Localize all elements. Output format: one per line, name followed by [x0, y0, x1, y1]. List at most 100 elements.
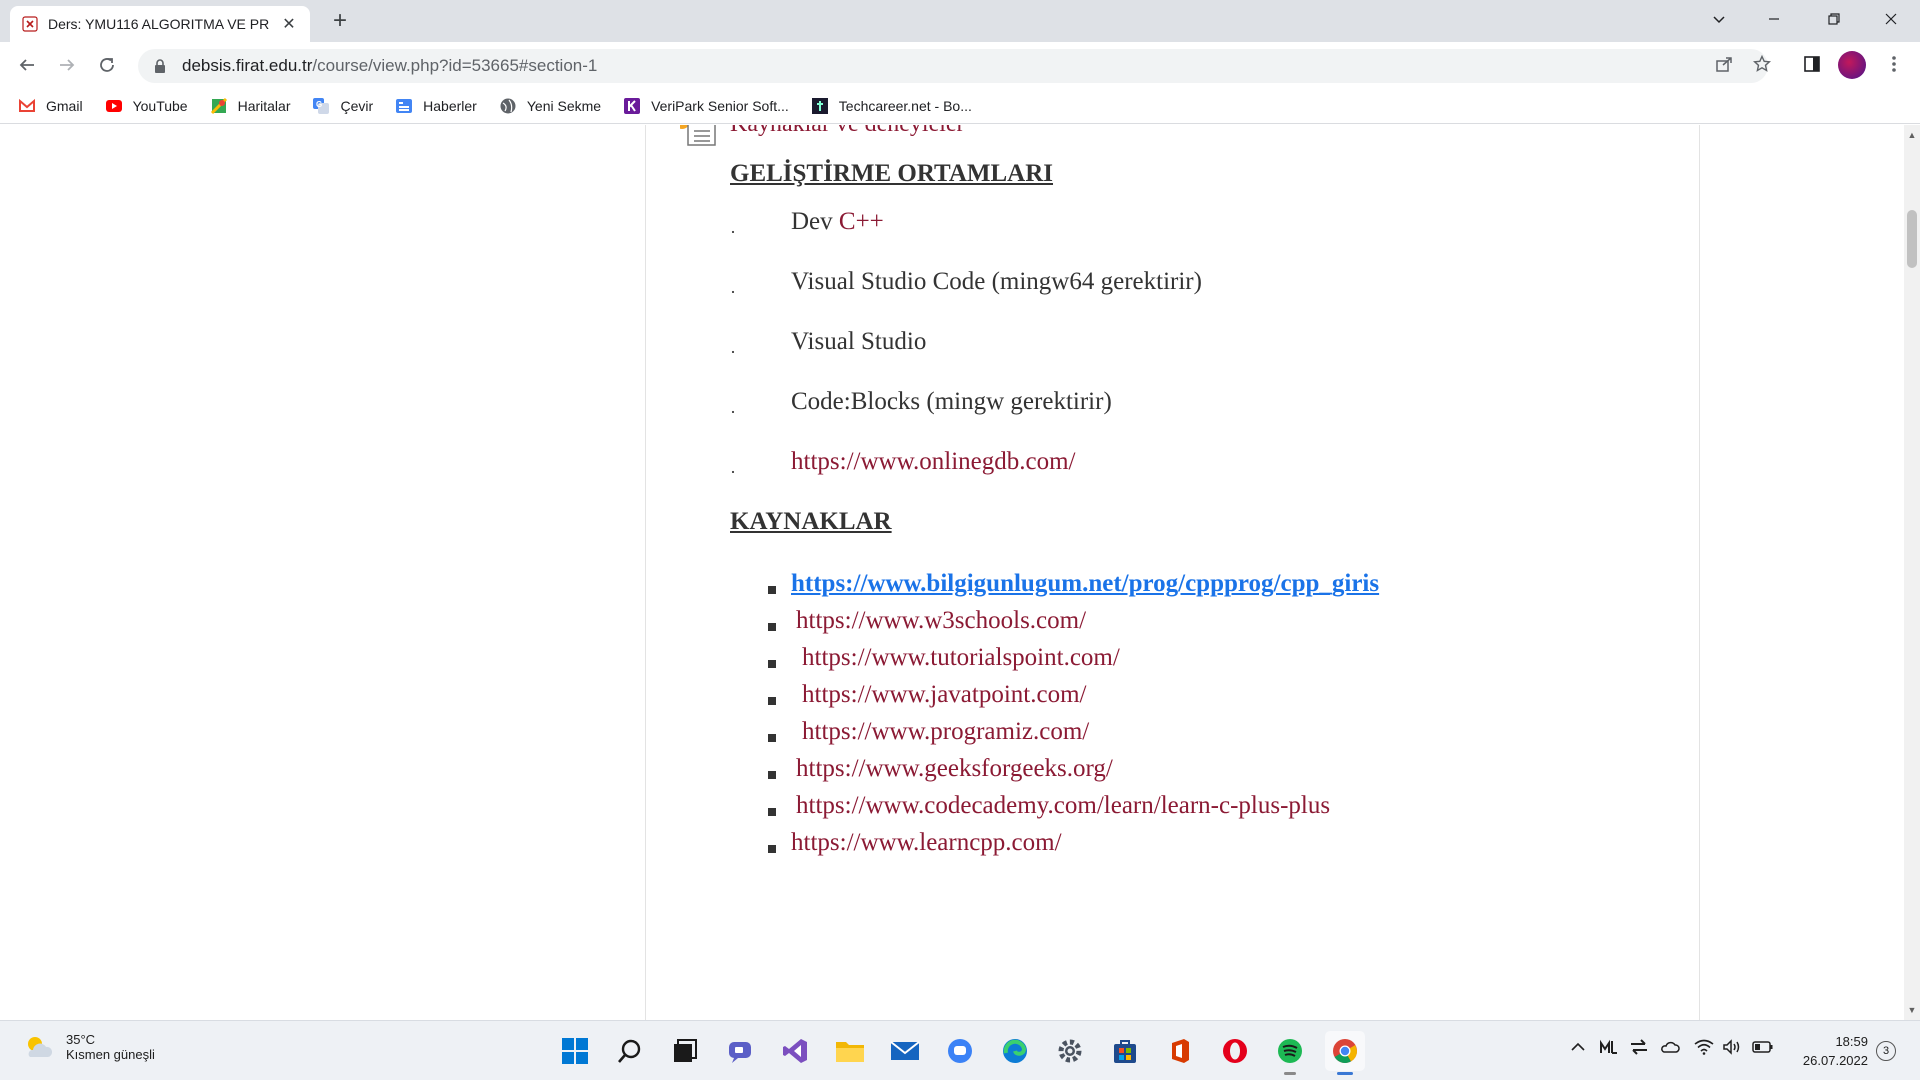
volume-button[interactable]: [1722, 1039, 1742, 1060]
minimize-icon: [1769, 18, 1779, 20]
bookmark-techcareer[interactable]: Techcareer.net - Bo...: [811, 97, 972, 115]
mail-button[interactable]: [885, 1031, 925, 1071]
new-tab-button[interactable]: +: [326, 8, 354, 36]
list-item-text: Code:Blocks (mingw gerektirir): [791, 388, 1112, 415]
show-hidden-icons-button[interactable]: [1570, 1039, 1586, 1060]
share-icon: [1716, 57, 1732, 72]
active-tab[interactable]: Ders: YMU116 ALGORITMA VE PR ✕: [10, 6, 310, 42]
chrome-button[interactable]: [1325, 1031, 1365, 1075]
translate-icon: G: [313, 97, 330, 114]
profile-avatar[interactable]: [1838, 51, 1866, 79]
square-bullet: [768, 845, 776, 853]
mail-icon: [890, 1041, 920, 1060]
scrollbar-thumb[interactable]: [1907, 210, 1917, 268]
right-column-divider: [1699, 125, 1700, 1020]
bookmark-label: Haritalar: [237, 97, 291, 114]
bookmark-translate[interactable]: G Çevir: [312, 97, 373, 115]
tray-app-button[interactable]: [1600, 1039, 1618, 1060]
list-item: https://www.tutorialspoint.com/: [730, 644, 1630, 681]
close-icon: [1885, 13, 1897, 25]
edge-icon: [1003, 1039, 1027, 1063]
page-content: Kaynaklar ve deneyleler GELİŞTİRME ORTAM…: [0, 125, 1904, 1020]
gmail-icon: [19, 98, 35, 112]
bookmark-veripark[interactable]: VeriPark Senior Soft...: [623, 97, 789, 115]
techcareer-icon: [811, 97, 828, 114]
visual-studio-icon: [783, 1039, 807, 1063]
settings-button[interactable]: [1050, 1031, 1090, 1071]
bookmark-new-tab[interactable]: Yeni Sekme: [499, 97, 601, 115]
forward-button[interactable]: [52, 50, 82, 80]
bookmark-label: Yeni Sekme: [526, 97, 602, 114]
resource-link[interactable]: https://www.tutorialspoint.com/: [802, 644, 1120, 672]
network-activity-button[interactable]: [1630, 1039, 1648, 1060]
spotify-button[interactable]: [1270, 1031, 1310, 1075]
clock-time: 18:59: [1835, 1034, 1868, 1049]
restore-icon: [1828, 13, 1840, 25]
square-bullet: [768, 697, 776, 705]
resource-link[interactable]: https://www.programiz.com/: [802, 718, 1089, 746]
messaging-icon: [948, 1039, 972, 1063]
taskbar-search-button[interactable]: [610, 1031, 650, 1071]
side-panel-button[interactable]: [1798, 50, 1826, 78]
square-bullet: [768, 623, 776, 631]
store-icon: [1114, 1040, 1136, 1063]
weather-widget[interactable]: 35°C Kısmen güneşli: [22, 1031, 155, 1063]
bookmark-news[interactable]: Haberler: [395, 97, 477, 115]
list-item-text: Visual Studio: [791, 328, 927, 355]
store-button[interactable]: [1105, 1031, 1145, 1071]
section-activity-title[interactable]: Kaynaklar ve deneyleler: [730, 125, 965, 138]
address-bar[interactable]: debsis.firat.edu.tr/course/view.php?id=5…: [138, 49, 1768, 83]
lock-icon: [155, 59, 165, 73]
scroll-down-arrow-icon[interactable]: ▼: [1904, 1002, 1920, 1018]
resource-link[interactable]: https://www.bilgigunlugum.net/prog/cpppr…: [791, 570, 1379, 598]
bookmark-youtube[interactable]: YouTube: [105, 97, 188, 115]
messaging-button[interactable]: [940, 1031, 980, 1071]
bookmark-gmail[interactable]: Gmail: [18, 97, 83, 115]
start-button[interactable]: [555, 1031, 595, 1071]
news-icon: [396, 98, 413, 113]
wifi-button[interactable]: [1694, 1039, 1714, 1060]
restore-button[interactable]: [1805, 0, 1863, 38]
bookmark-maps[interactable]: Haritalar: [210, 97, 291, 115]
page-scrollbar[interactable]: ▲ ▼: [1904, 125, 1920, 1020]
resource-link[interactable]: https://www.geeksforgeeks.org/: [796, 755, 1113, 783]
teams-chat-button[interactable]: [720, 1031, 760, 1071]
bookmark-label: YouTube: [132, 97, 188, 114]
notification-badge[interactable]: 3: [1876, 1041, 1896, 1061]
office-button[interactable]: [1160, 1031, 1200, 1071]
system-clock[interactable]: 18:59 26.07.2022: [1790, 1032, 1868, 1070]
list-item: https://www.learncpp.com/: [730, 829, 1630, 866]
bullet-dot: ·: [730, 282, 736, 302]
wifi-icon: [1694, 1039, 1714, 1055]
menu-button[interactable]: [1880, 50, 1908, 78]
back-button[interactable]: [12, 50, 42, 80]
bookmark-label: Çevir: [340, 97, 374, 114]
partly-sunny-icon: [28, 1037, 53, 1057]
maps-icon: [210, 97, 227, 114]
list-item: https://www.javatpoint.com/: [730, 681, 1630, 718]
resource-link[interactable]: https://www.javatpoint.com/: [802, 681, 1086, 709]
resource-link[interactable]: https://www.w3schools.com/: [796, 607, 1086, 635]
resource-link[interactable]: https://www.codecademy.com/learn/learn-c…: [796, 792, 1330, 820]
url-path: /course/view.php?id=53665#section-1: [312, 56, 598, 75]
edge-button[interactable]: [995, 1031, 1035, 1071]
share-button[interactable]: [1710, 50, 1738, 78]
opera-button[interactable]: [1215, 1031, 1255, 1071]
close-window-button[interactable]: [1862, 0, 1920, 38]
close-tab-icon[interactable]: ✕: [280, 14, 298, 34]
scroll-up-arrow-icon[interactable]: ▲: [1904, 127, 1920, 143]
resource-page-icon: [680, 125, 716, 146]
visual-studio-button[interactable]: [775, 1031, 815, 1071]
weather-temperature: 35°C: [66, 1032, 96, 1047]
bullet-dot: ·: [730, 402, 736, 422]
battery-button[interactable]: [1752, 1039, 1774, 1060]
minimize-button[interactable]: [1745, 0, 1803, 38]
tab-search-button[interactable]: [1690, 0, 1748, 38]
resource-link[interactable]: https://www.learncpp.com/: [791, 829, 1062, 857]
file-explorer-button[interactable]: [830, 1031, 870, 1071]
onlinegdb-link[interactable]: https://www.onlinegdb.com/: [791, 448, 1075, 476]
task-view-button[interactable]: [665, 1031, 705, 1071]
bookmark-star-button[interactable]: [1748, 50, 1776, 78]
onedrive-button[interactable]: [1660, 1039, 1680, 1060]
reload-button[interactable]: [92, 50, 122, 80]
